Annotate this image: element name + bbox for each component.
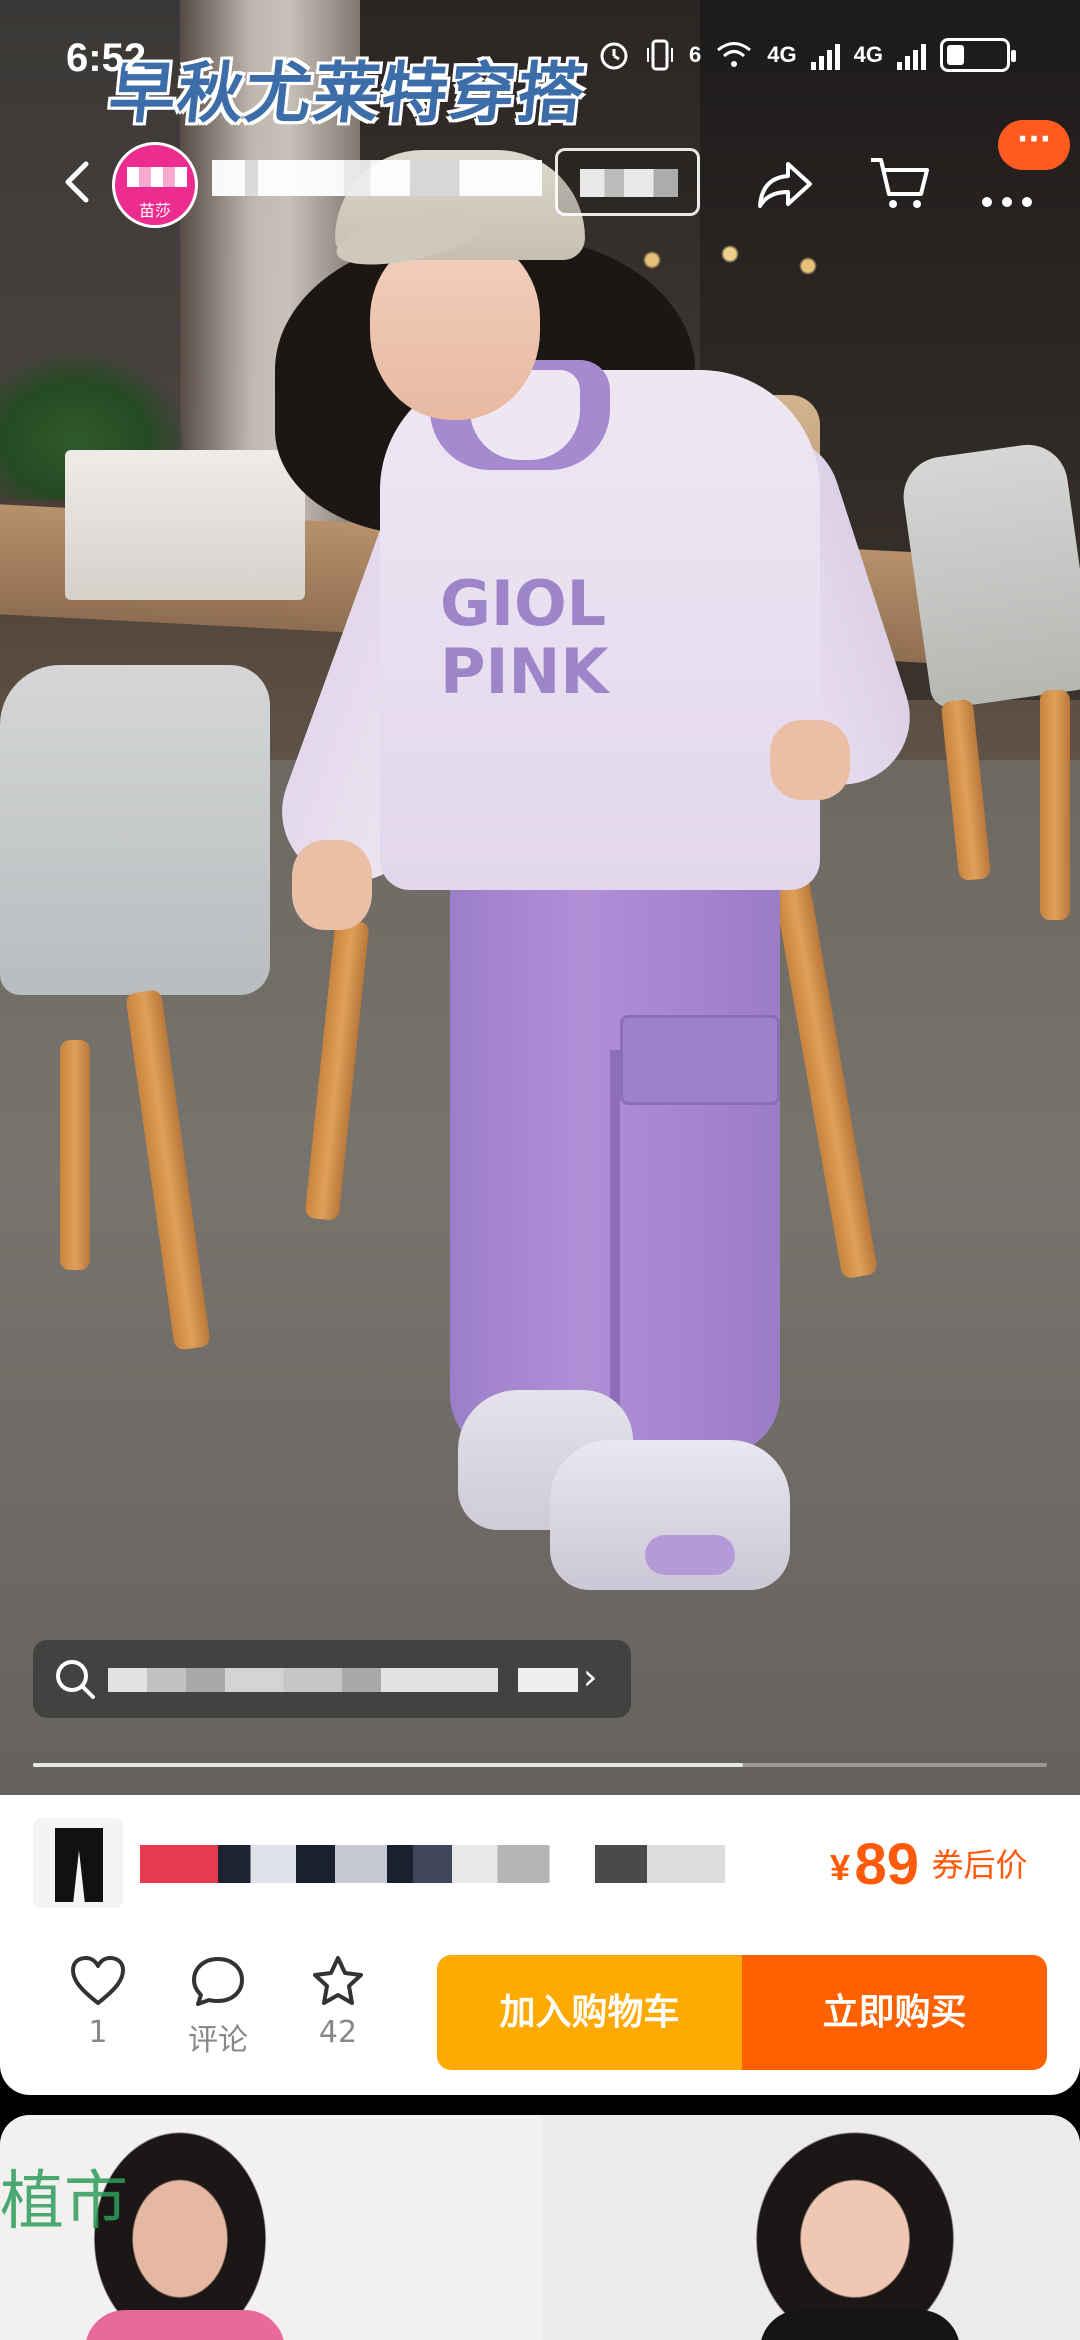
comment-button[interactable]: 评论 — [168, 1955, 268, 2059]
price-amount: 89 — [854, 1832, 919, 1897]
product-thumbnail[interactable] — [33, 1818, 123, 1908]
add-to-cart-button[interactable]: 加入购物车 — [437, 1955, 742, 2070]
avatar-logo-redacted — [127, 167, 187, 187]
alarm-icon — [600, 42, 628, 70]
wifi-icon — [717, 42, 752, 67]
signal-icon — [897, 40, 926, 70]
product-title-redacted[interactable] — [140, 1845, 790, 1883]
feed-image-child — [740, 2115, 970, 2340]
chair-leg — [60, 1040, 90, 1270]
feed-watermark: 植市 — [0, 2165, 128, 2239]
product-price: ¥ 89 券后价 — [830, 1831, 1027, 1898]
pants-icon — [55, 1828, 103, 1902]
search-icon — [56, 1660, 95, 1699]
shop-name-redacted[interactable] — [212, 160, 542, 196]
follow-button[interactable] — [555, 148, 700, 216]
network-label-1: 4G — [767, 42, 797, 67]
comment-icon — [192, 1957, 244, 2006]
product-card[interactable]: ¥ 89 券后价 1 评论 42 加入购物车 立即购买 — [0, 1795, 1080, 2095]
girl-hand-left — [292, 840, 372, 930]
status-time: 6:52 — [66, 36, 147, 80]
status-icons: 6 4G 4G — [597, 38, 1016, 72]
search-query-redacted — [108, 1668, 498, 1692]
signal-icon — [810, 40, 840, 70]
shoe-accent — [645, 1535, 735, 1575]
message-badge[interactable]: ··· — [998, 120, 1070, 170]
print-line-1: GIOL — [440, 567, 607, 640]
feed-card-left[interactable]: 植市 — [0, 2115, 540, 2340]
chair-left — [0, 665, 270, 995]
girl-hand-right — [770, 720, 850, 800]
feed-image-shirt — [85, 2310, 285, 2340]
related-search-pill[interactable]: › — [33, 1640, 631, 1718]
vibrate-icon — [647, 39, 674, 71]
sweater-print: GIOL PINK — [440, 570, 630, 740]
feed-image-shirt — [760, 2310, 960, 2340]
pants-seam — [610, 1050, 620, 1450]
status-bar: 6:52 6 4G 4G — [0, 0, 1080, 120]
video-progress-bar[interactable] — [33, 1763, 1047, 1767]
follow-label-redacted — [580, 169, 678, 197]
chevron-right-icon: › — [583, 1657, 598, 1698]
storage-box — [65, 450, 305, 600]
battery-icon — [940, 38, 1016, 72]
video-player[interactable]: GIOL PINK 早秋尤莱特穿搭 › — [0, 0, 1080, 1795]
video-progress-fill — [33, 1763, 743, 1767]
heart-icon — [71, 1956, 125, 2005]
buy-now-button[interactable]: 立即购买 — [742, 1955, 1047, 2070]
network-label-2: 4G — [853, 42, 883, 67]
chair-leg — [1040, 690, 1070, 920]
comment-label: 评论 — [188, 2023, 248, 2058]
battery-fill — [947, 45, 964, 65]
star-icon — [313, 1956, 363, 2005]
favorite-count: 42 — [318, 2015, 358, 2050]
recommendation-feed[interactable]: 植市 — [0, 2115, 1080, 2340]
like-count: 1 — [88, 2015, 108, 2050]
price-symbol: ¥ — [830, 1847, 851, 1888]
cart-icon[interactable] — [865, 148, 935, 218]
pants-pocket — [620, 1015, 780, 1105]
price-note: 券后价 — [931, 1846, 1028, 1884]
shop-avatar[interactable]: 苗莎 — [112, 142, 198, 228]
like-button[interactable]: 1 — [48, 1955, 148, 2050]
wifi-label: 6 — [689, 42, 702, 67]
search-suffix-redacted — [518, 1668, 578, 1692]
back-icon[interactable] — [48, 152, 108, 212]
share-icon[interactable] — [750, 150, 820, 220]
favorite-button[interactable]: 42 — [288, 1955, 388, 2050]
avatar-label: 苗莎 — [138, 201, 171, 220]
top-nav-bar: 苗莎 — [0, 130, 1080, 240]
print-line-2: PINK — [440, 635, 609, 708]
